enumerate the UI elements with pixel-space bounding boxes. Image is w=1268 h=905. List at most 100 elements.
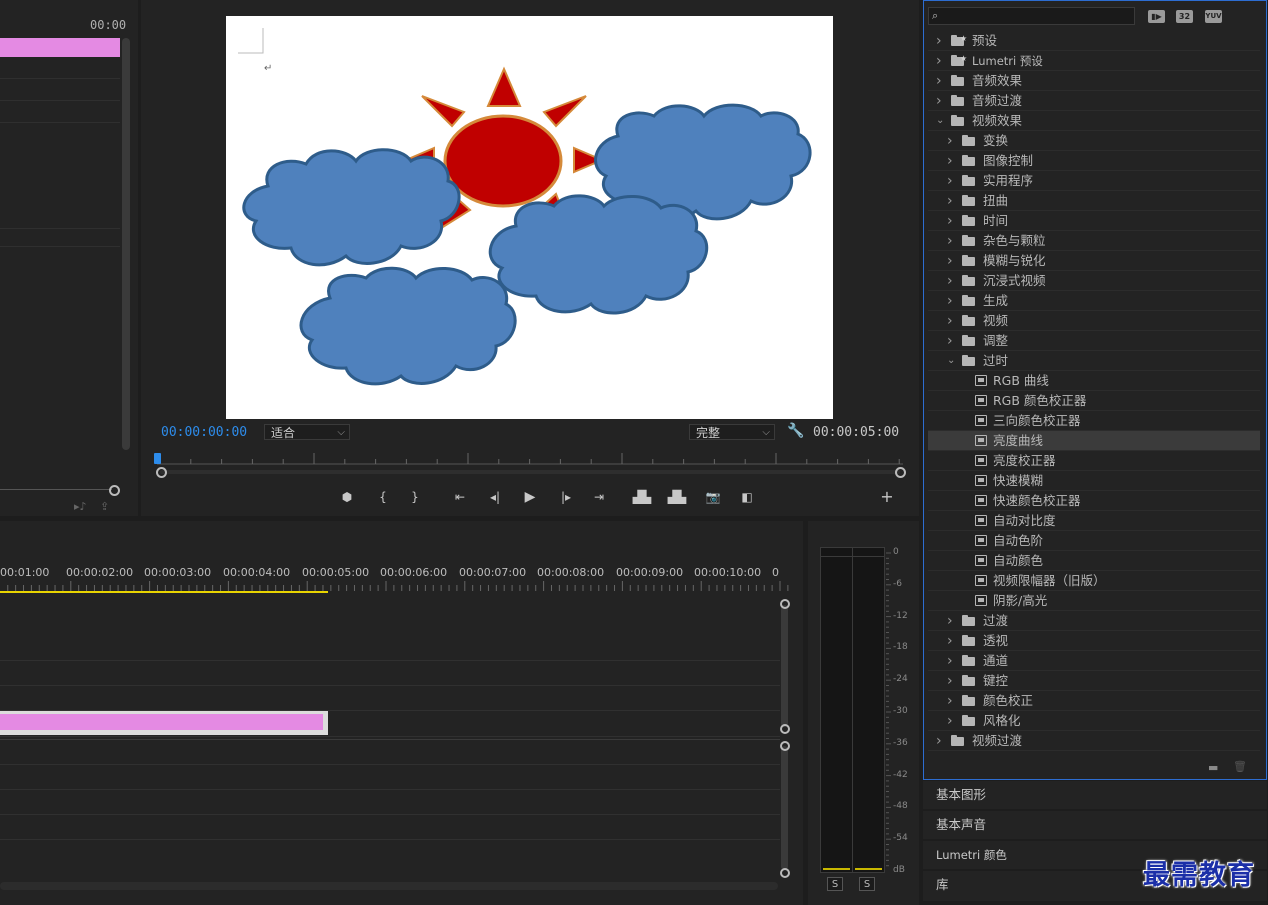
effects-tree-item[interactable]: 自动颜色 [928,551,1260,571]
mark-in-icon[interactable]: { [373,488,393,506]
playhead-marker[interactable] [154,453,161,464]
effects-tree-item[interactable]: 视频限幅器（旧版） [928,571,1260,591]
effects-tree-item[interactable]: › 生成 [928,291,1260,311]
effects-tree-item[interactable]: RGB 曲线 [928,371,1260,391]
chevron-right-icon[interactable]: › [936,31,942,51]
chevron-right-icon[interactable]: › [947,691,953,711]
chevron-right-icon[interactable]: › [947,631,953,651]
effects-tree-item[interactable]: › 扭曲 [928,191,1260,211]
timeline-ruler[interactable] [0,521,803,591]
zoom-handle-right[interactable] [895,467,906,478]
trash-icon[interactable]: 🗑 [1233,760,1247,773]
chevron-right-icon[interactable]: › [947,711,953,731]
essential-graphics-tab[interactable]: 基本图形 [923,781,1267,809]
step-forward-icon[interactable]: |▸ [556,488,576,506]
solo-right-button[interactable]: S [859,877,875,891]
effects-search-input[interactable] [945,9,1134,25]
effects-tree-item[interactable]: › 颜色校正 [928,691,1260,711]
effects-tree-item[interactable]: › 模糊与锐化 [928,251,1260,271]
new-bin-icon[interactable]: ▬ [1208,761,1218,774]
effects-tree-item[interactable]: › 视频 [928,311,1260,331]
32-bit-effects-icon[interactable]: 32 [1176,10,1193,23]
audio-tracks-scrollbar[interactable] [781,746,788,870]
effects-tree-item[interactable]: › 变换 [928,131,1260,151]
timeline-clip-frame[interactable] [0,711,328,735]
export-icon[interactable]: ⇪ [100,500,109,513]
effects-tree-item[interactable]: 亮度校正器 [928,451,1260,471]
comparison-view-icon[interactable]: ◧ [737,488,757,506]
source-scrollbar[interactable] [122,38,130,450]
wrench-icon[interactable]: 🔧 [787,423,804,439]
chevron-right-icon[interactable]: › [947,671,953,691]
solo-left-button[interactable]: S [827,877,843,891]
essential-sound-tab[interactable]: 基本声音 [923,811,1267,839]
chevron-right-icon[interactable]: › [947,211,953,231]
effects-search-field[interactable]: ⌕ [928,7,1135,25]
chevron-down-icon[interactable]: ⌄ [947,351,955,371]
effects-tree-item[interactable]: › 通道 [928,651,1260,671]
effects-tree-item[interactable]: › ★ Lumetri 预设 [928,51,1260,71]
effects-tree-item[interactable]: › ★ 预设 [928,31,1260,51]
effects-tree-item[interactable]: RGB 颜色校正器 [928,391,1260,411]
effects-tree-item[interactable]: › 时间 [928,211,1260,231]
chevron-right-icon[interactable]: › [947,231,953,251]
play-icon[interactable]: ▶ [520,488,540,506]
timeline-video-clip[interactable] [0,714,323,730]
chevron-down-icon[interactable]: ⌄ [936,111,944,131]
chevron-right-icon[interactable]: › [936,71,942,91]
effects-tree-item[interactable]: 自动对比度 [928,511,1260,531]
scroll-handle[interactable] [780,868,790,878]
effects-tree-item[interactable]: › 调整 [928,331,1260,351]
go-to-out-icon[interactable]: ⇥ [589,488,609,506]
program-zoom-bar[interactable] [160,470,900,474]
chevron-right-icon[interactable]: › [947,651,953,671]
chevron-right-icon[interactable]: › [947,611,953,631]
chevron-right-icon[interactable]: › [947,171,953,191]
source-zoom-handle[interactable] [109,485,120,496]
step-back-icon[interactable]: ◂| [485,488,505,506]
effects-tree-item[interactable]: › 键控 [928,671,1260,691]
video-tracks-scrollbar[interactable] [781,605,788,727]
zoom-handle-left[interactable] [156,467,167,478]
effects-tree-item[interactable]: › 杂色与颗粒 [928,231,1260,251]
effects-tree-item[interactable]: › 音频效果 [928,71,1260,91]
go-to-in-icon[interactable]: ⇤ [450,488,470,506]
add-button-icon[interactable]: + [877,488,897,506]
mark-out-icon[interactable]: } [405,488,425,506]
effects-tree-item[interactable]: › 透视 [928,631,1260,651]
quality-select[interactable]: 完整 ⌵ [689,424,775,440]
effects-tree-item[interactable]: › 风格化 [928,711,1260,731]
effects-tree-item[interactable]: 快速颜色校正器 [928,491,1260,511]
effects-tree-item[interactable]: 快速模糊 [928,471,1260,491]
accelerated-effects-icon[interactable]: ▮▶ [1148,10,1165,23]
scroll-handle[interactable] [780,741,790,751]
effects-tree-item[interactable]: › 图像控制 [928,151,1260,171]
scroll-handle[interactable] [780,599,790,609]
chevron-right-icon[interactable]: › [947,271,953,291]
effects-tree-item[interactable]: › 过渡 [928,611,1260,631]
effects-tree-item[interactable]: › 实用程序 [928,171,1260,191]
chevron-right-icon[interactable]: › [947,291,953,311]
effects-tree-item[interactable]: ⌄ 视频效果 [928,111,1260,131]
effects-tree-item[interactable]: 自动色阶 [928,531,1260,551]
scroll-handle[interactable] [780,724,790,734]
fit-select[interactable]: 适合 ⌵ [264,424,350,440]
effects-tree-item[interactable]: 阴影/高光 [928,591,1260,611]
insert-icon[interactable]: ▸♪ [74,500,87,513]
add-marker-icon[interactable]: ⬢ [337,488,357,506]
timeline-h-scrollbar[interactable] [0,882,778,890]
chevron-right-icon[interactable]: › [947,131,953,151]
effects-tree-item[interactable]: 亮度曲线 [928,431,1260,451]
chevron-right-icon[interactable]: › [936,91,942,111]
extract-icon[interactable]: ▟▙ [667,488,687,506]
chevron-right-icon[interactable]: › [947,191,953,211]
effects-tree-item[interactable]: 三向颜色校正器 [928,411,1260,431]
effects-tree-item[interactable]: › 沉浸式视频 [928,271,1260,291]
program-time-ruler[interactable] [157,451,903,465]
effects-tree-item[interactable]: › 音频过渡 [928,91,1260,111]
chevron-right-icon[interactable]: › [947,311,953,331]
chevron-right-icon[interactable]: › [936,731,942,751]
camera-icon[interactable]: 📷 [703,488,723,506]
program-current-timecode[interactable]: 00:00:00:00 [161,425,247,440]
chevron-right-icon[interactable]: › [947,251,953,271]
